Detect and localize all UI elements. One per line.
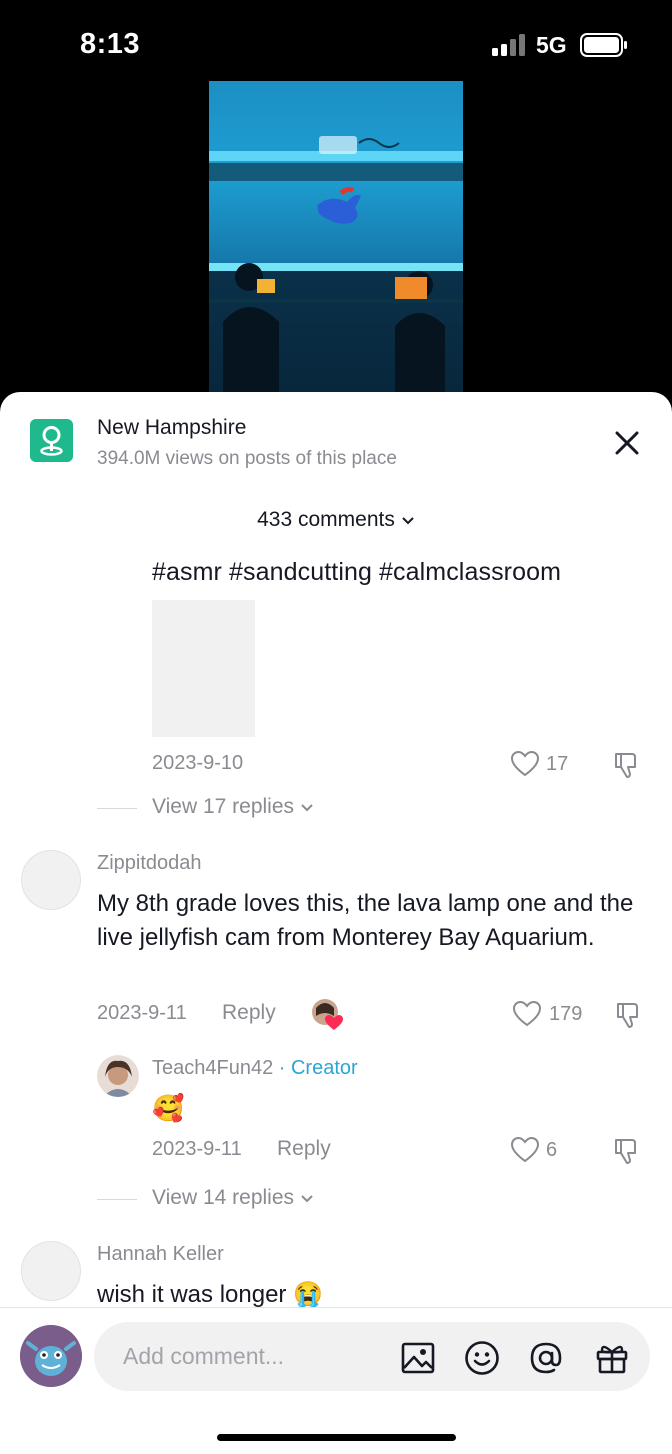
dislike-icon[interactable]	[612, 1136, 642, 1166]
comment-count: 433 comments	[257, 508, 395, 531]
status-time: 8:13	[80, 28, 141, 60]
comment-username[interactable]: Zippitdodah	[97, 852, 202, 875]
user-avatar[interactable]	[20, 1325, 82, 1387]
comment-text: #asmr #sandcutting #calmclassroom	[152, 558, 562, 586]
comment-input[interactable]: Add comment...	[94, 1322, 650, 1391]
comment-username-row: Teach4Fun42 · Creator	[152, 1057, 358, 1080]
comment-username[interactable]: Teach4Fun42	[152, 1057, 273, 1079]
place-name[interactable]: New Hampshire	[97, 416, 246, 440]
comment-date: 2023-9-11	[97, 1002, 187, 1024]
reply-button[interactable]: Reply	[222, 1001, 276, 1025]
comment-count-toggle[interactable]: 433 comments	[0, 508, 672, 532]
dislike-icon[interactable]	[614, 1000, 644, 1030]
comment-username[interactable]: Hannah Keller	[97, 1243, 224, 1266]
chevron-down-icon	[301, 1195, 313, 1203]
comment-text: My 8th grade loves this, the lava lamp o…	[97, 890, 634, 951]
home-indicator	[217, 1434, 456, 1441]
comment-composer: Add comment...	[0, 1307, 672, 1454]
map-pin-icon	[30, 419, 73, 462]
close-icon[interactable]	[608, 424, 646, 462]
comment-list[interactable]: #asmr #sandcutting #calmclassroom 2023-9…	[0, 542, 672, 1307]
avatar[interactable]	[21, 1241, 81, 1301]
gift-icon[interactable]	[594, 1340, 630, 1376]
chevron-down-icon	[401, 508, 415, 532]
like-count: 17	[546, 753, 569, 775]
avatar[interactable]	[97, 1055, 139, 1097]
heart-icon[interactable]	[510, 1136, 540, 1163]
divider	[97, 808, 137, 809]
comment-input-placeholder: Add comment...	[123, 1343, 285, 1369]
emoji-icon[interactable]	[464, 1340, 500, 1376]
view-replies-button[interactable]: View 14 replies	[152, 1186, 314, 1210]
divider	[97, 1199, 137, 1200]
comments-sheet: New Hampshire 394.0M views on posts of t…	[0, 392, 672, 1454]
view-replies-button[interactable]: View 17 replies	[152, 795, 314, 819]
reply-button[interactable]: Reply	[277, 1137, 331, 1161]
dislike-icon[interactable]	[612, 750, 642, 780]
signal-icon	[492, 34, 525, 56]
comment-text: wish it was longer 😭	[97, 1281, 323, 1307]
avatar[interactable]	[21, 850, 81, 910]
comment-date: 2023-9-10	[152, 752, 244, 774]
view-replies-label: View 17 replies	[152, 795, 295, 818]
heart-icon[interactable]	[510, 750, 540, 777]
comment-text: 🥰	[152, 1093, 185, 1123]
chevron-down-icon	[301, 804, 313, 812]
mention-icon[interactable]	[528, 1340, 564, 1376]
battery-icon	[580, 33, 627, 57]
status-bar: 8:13 5G	[0, 0, 672, 90]
creator-liked-avatar	[312, 999, 343, 1030]
heart-icon[interactable]	[512, 1000, 542, 1027]
video-preview[interactable]	[209, 81, 463, 392]
comment-date: 2023-9-11	[152, 1138, 242, 1160]
network-label: 5G	[536, 32, 567, 58]
image-icon[interactable]	[400, 1340, 436, 1376]
comment-image[interactable]	[152, 600, 255, 737]
creator-badge: · Creator	[278, 1057, 358, 1079]
view-replies-label: View 14 replies	[152, 1186, 295, 1209]
like-count: 6	[546, 1139, 558, 1161]
like-count: 179	[549, 1003, 583, 1025]
place-views: 394.0M views on posts of this place	[97, 448, 397, 469]
